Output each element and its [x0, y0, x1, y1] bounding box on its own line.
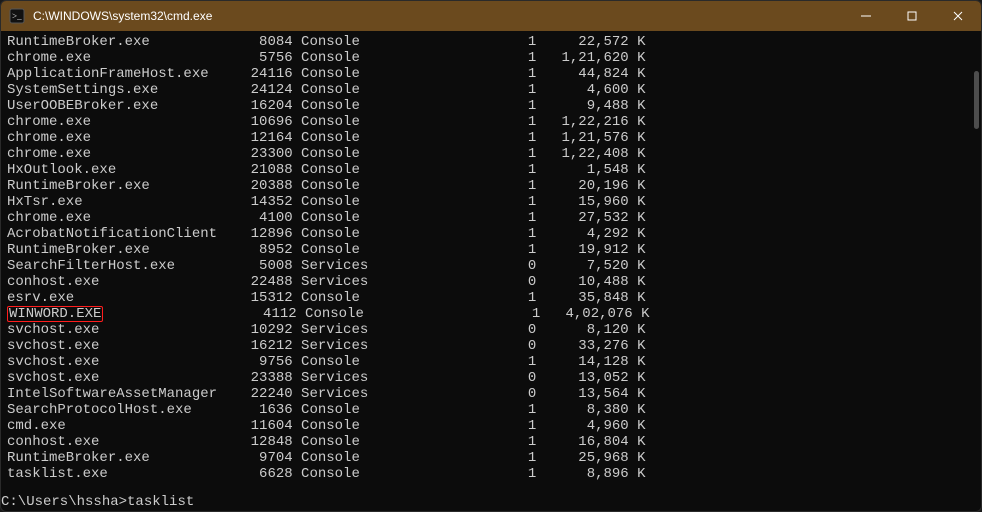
tasklist-output: RuntimeBroker.exe 8084 Console 1 22,572 …: [1, 31, 981, 482]
process-row: SystemSettings.exe 24124 Console 1 4,600…: [7, 82, 975, 98]
maximize-button[interactable]: [889, 1, 935, 31]
process-row: svchost.exe 23388 Services 0 13,052 K: [7, 370, 975, 386]
prompt-command: tasklist: [127, 494, 194, 510]
process-row: AcrobatNotificationClient 12896 Console …: [7, 226, 975, 242]
process-row: chrome.exe 4100 Console 1 27,532 K: [7, 210, 975, 226]
process-row: svchost.exe 10292 Services 0 8,120 K: [7, 322, 975, 338]
process-row: chrome.exe 12164 Console 1 1,21,576 K: [7, 130, 975, 146]
prompt-line: C:\Users\hssha>tasklist: [1, 494, 981, 510]
process-row: conhost.exe 12848 Console 1 16,804 K: [7, 434, 975, 450]
process-row: conhost.exe 22488 Services 0 10,488 K: [7, 274, 975, 290]
highlighted-process: WINWORD.EXE: [7, 306, 103, 322]
process-row: SearchProtocolHost.exe 1636 Console 1 8,…: [7, 402, 975, 418]
titlebar[interactable]: >_ C:\WINDOWS\system32\cmd.exe: [1, 1, 981, 31]
process-row: UserOOBEBroker.exe 16204 Console 1 9,488…: [7, 98, 975, 114]
process-row: WINWORD.EXE 4112 Console 1 4,02,076 K: [7, 306, 975, 322]
process-row: chrome.exe 10696 Console 1 1,22,216 K: [7, 114, 975, 130]
process-row: RuntimeBroker.exe 20388 Console 1 20,196…: [7, 178, 975, 194]
caret: [194, 503, 201, 505]
terminal-client[interactable]: RuntimeBroker.exe 8084 Console 1 22,572 …: [1, 31, 981, 511]
window-title: C:\WINDOWS\system32\cmd.exe: [33, 8, 212, 24]
process-row: chrome.exe 5756 Console 1 1,21,620 K: [7, 50, 975, 66]
svg-text:>_: >_: [12, 11, 22, 21]
process-row: SearchFilterHost.exe 5008 Services 0 7,5…: [7, 258, 975, 274]
minimize-button[interactable]: [843, 1, 889, 31]
process-row: svchost.exe 16212 Services 0 33,276 K: [7, 338, 975, 354]
process-row: RuntimeBroker.exe 9704 Console 1 25,968 …: [7, 450, 975, 466]
process-row: esrv.exe 15312 Console 1 35,848 K: [7, 290, 975, 306]
process-row: svchost.exe 9756 Console 1 14,128 K: [7, 354, 975, 370]
prompt-path: C:\Users\hssha>: [1, 494, 127, 510]
close-button[interactable]: [935, 1, 981, 31]
process-row: HxTsr.exe 14352 Console 1 15,960 K: [7, 194, 975, 210]
process-row: RuntimeBroker.exe 8952 Console 1 19,912 …: [7, 242, 975, 258]
process-row: RuntimeBroker.exe 8084 Console 1 22,572 …: [7, 34, 975, 50]
scrollbar-thumb[interactable]: [974, 71, 979, 129]
cmd-window: >_ C:\WINDOWS\system32\cmd.exe RuntimeBr…: [0, 0, 982, 512]
process-row: ApplicationFrameHost.exe 24116 Console 1…: [7, 66, 975, 82]
cmd-icon: >_: [9, 8, 25, 24]
process-row: IntelSoftwareAssetManager 22240 Services…: [7, 386, 975, 402]
process-row: cmd.exe 11604 Console 1 4,960 K: [7, 418, 975, 434]
process-row: chrome.exe 23300 Console 1 1,22,408 K: [7, 146, 975, 162]
process-row: HxOutlook.exe 21088 Console 1 1,548 K: [7, 162, 975, 178]
process-row: tasklist.exe 6628 Console 1 8,896 K: [7, 466, 975, 482]
